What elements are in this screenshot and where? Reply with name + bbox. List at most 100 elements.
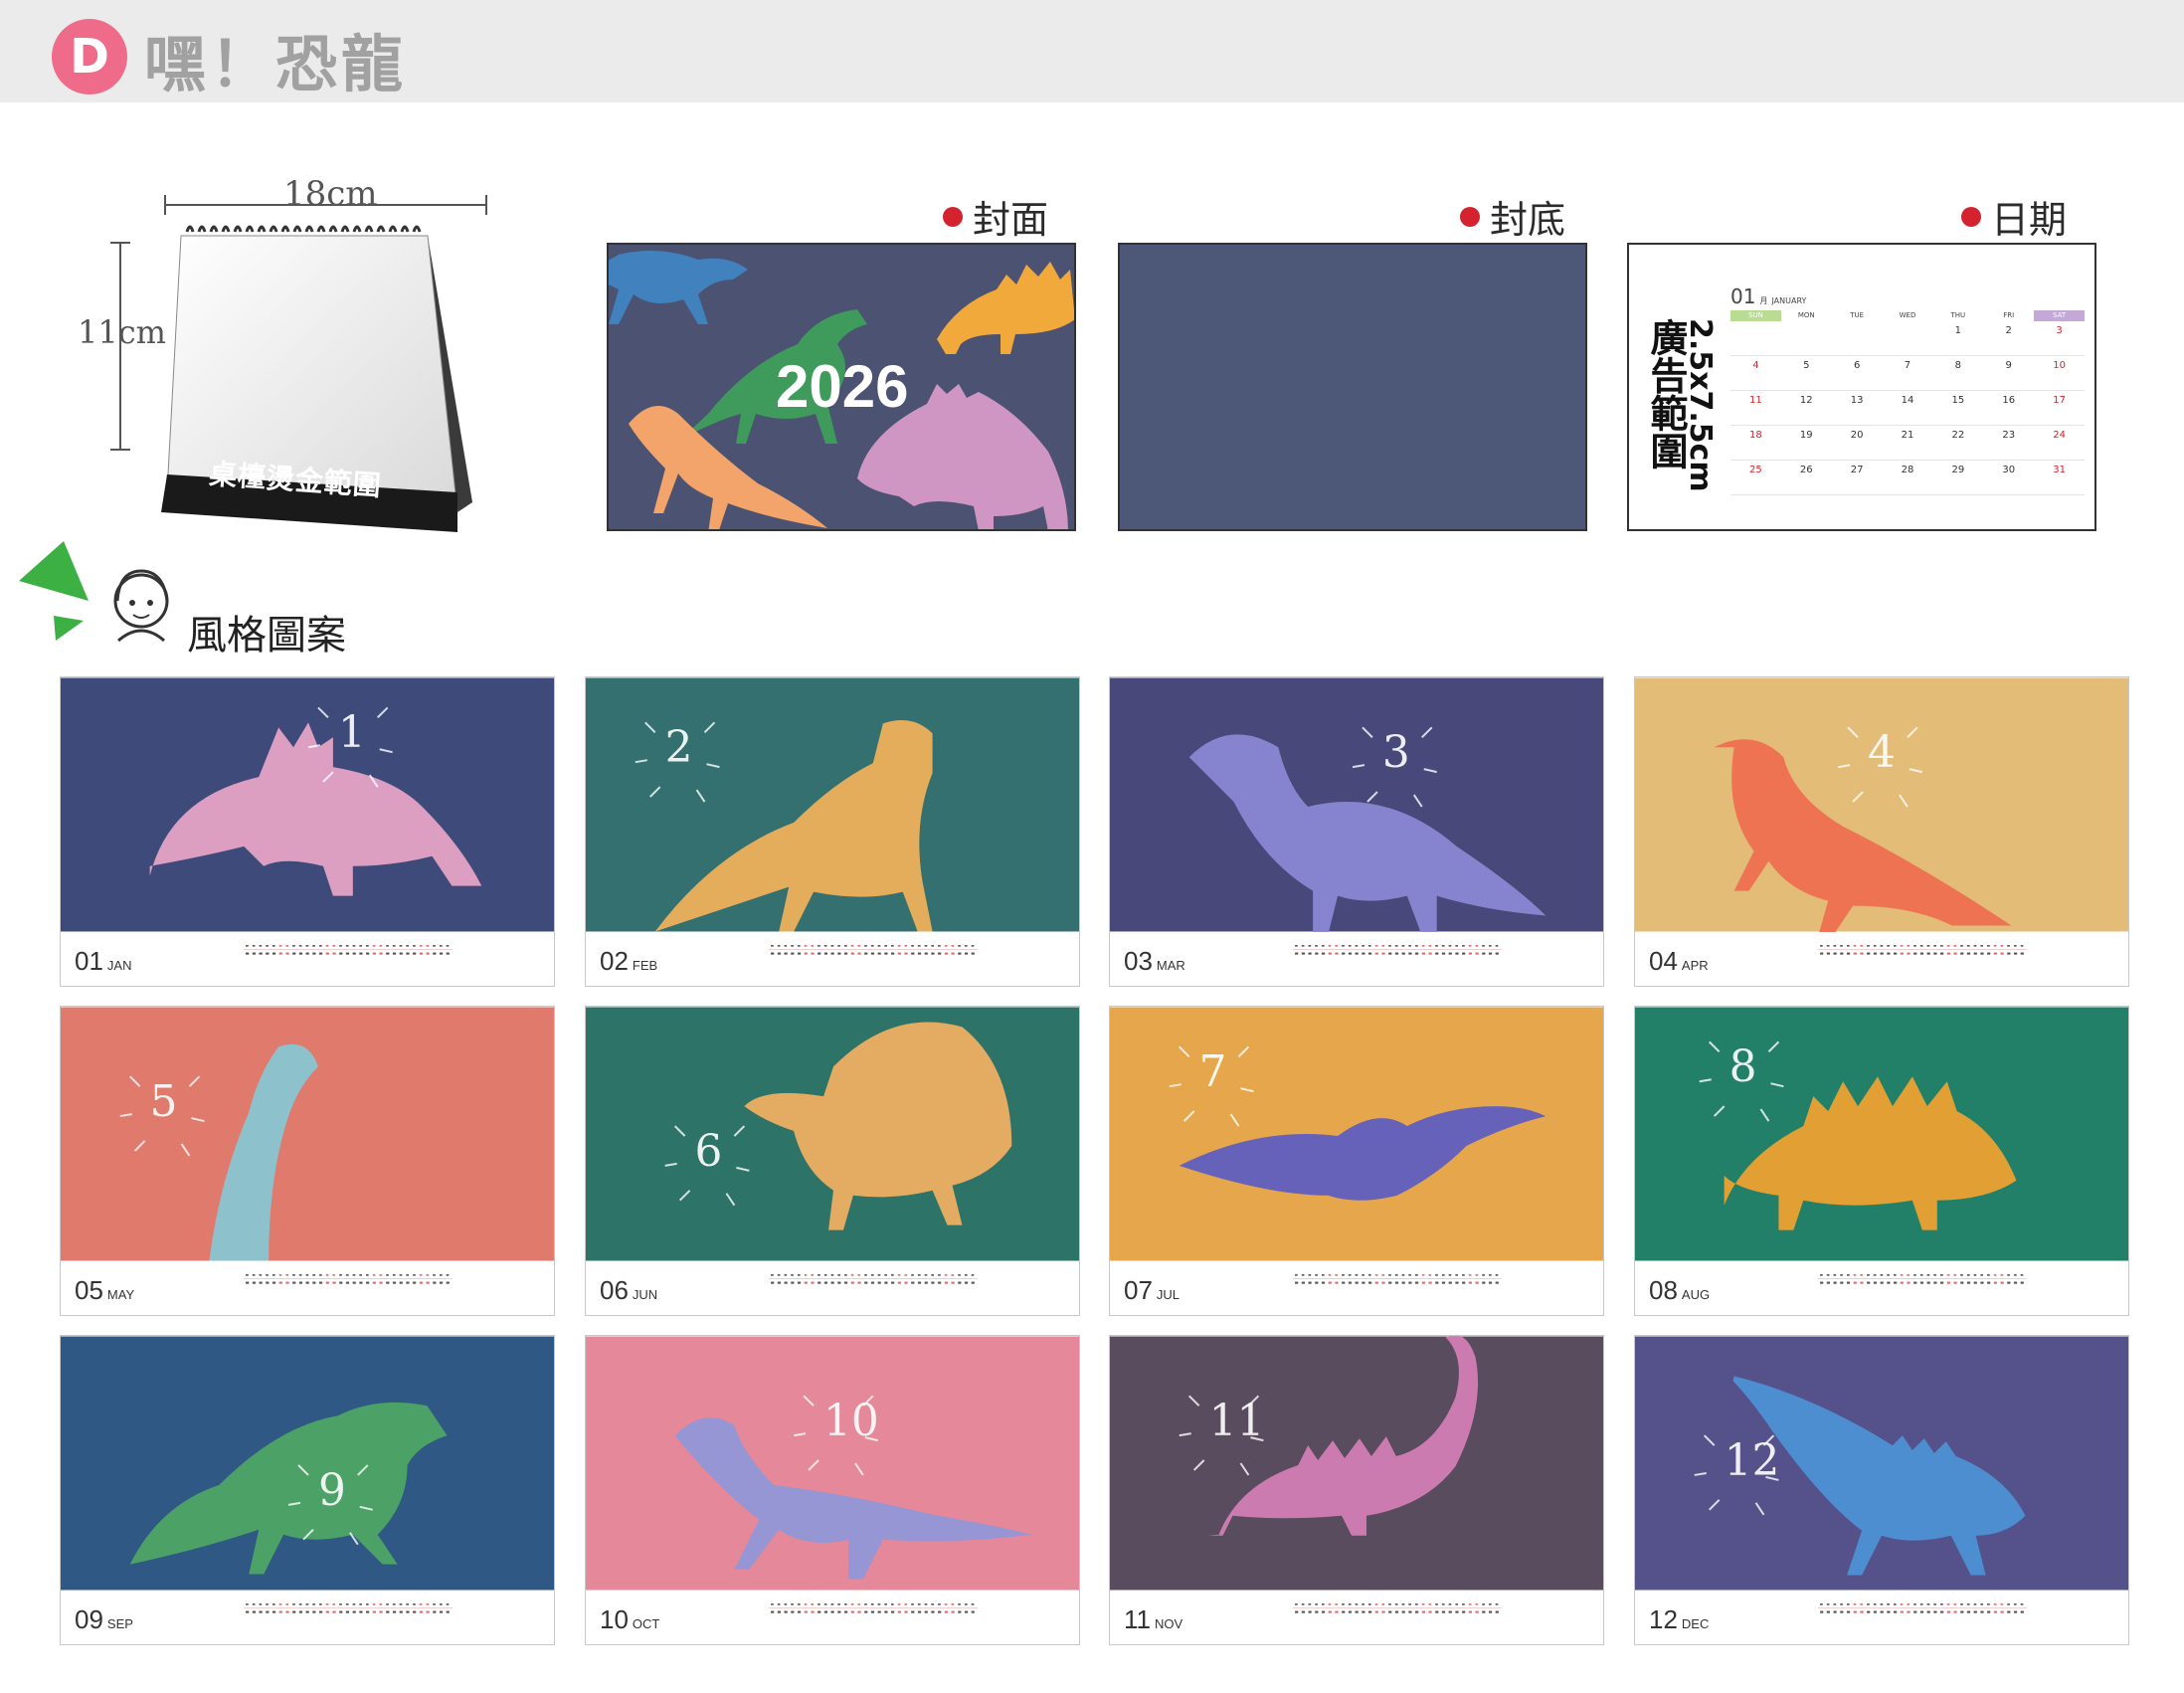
month-handwritten-number: 8 (1729, 1041, 1757, 1092)
mini-day-numbers (1292, 1603, 1503, 1613)
month-handwritten-number: 5 (150, 1076, 178, 1127)
mini-day-cell: 2 (1983, 321, 2035, 356)
month-artwork: 9 (61, 1336, 554, 1591)
month-card: 4 04 APR (1634, 676, 2129, 987)
month-number: 12 (1649, 1604, 1678, 1634)
month-handwritten-number: 11 (1209, 1396, 1265, 1446)
month-abbreviation: DEC (1681, 1616, 1710, 1631)
mini-day-numbers (243, 945, 454, 955)
mini-day-cell: 24 (2034, 426, 2085, 461)
width-label: 18cm (283, 174, 378, 214)
mini-day-cell: 23 (1983, 426, 2035, 461)
mini-day-cell: 25 (1730, 461, 1781, 495)
month-label: 12 DEC (1649, 1604, 1709, 1635)
mini-day-numbers (1817, 1274, 2028, 1284)
mini-day-cell: 9 (1983, 356, 2035, 391)
month-label: 09 SEP (75, 1604, 133, 1635)
month-number: 10 (600, 1604, 629, 1634)
month-artwork: 10 (586, 1336, 1079, 1591)
mini-day-cell (1780, 321, 1832, 356)
month-number: 08 (1649, 1275, 1678, 1305)
mini-weekday-header: MON (1797, 311, 1815, 319)
month-date-strip: 01 JAN (61, 932, 554, 986)
mini-weekday-header: SUN (1730, 310, 1781, 321)
month-abbreviation: AUG (1681, 1287, 1711, 1302)
theme-title: 嘿！恐龍 (144, 28, 408, 100)
theme-badge: D (52, 19, 127, 94)
month-number: 04 (1649, 946, 1678, 976)
month-card: 5 05 MAY (60, 1006, 555, 1316)
month-handwritten-number: 3 (1382, 727, 1410, 778)
mini-day-cell: 22 (1932, 426, 1984, 461)
month-label: 03 MAR (1124, 946, 1185, 977)
date-section-label: 日期 (1961, 189, 2067, 244)
month-date-strip: 05 MAY (61, 1261, 554, 1315)
month-label: 02 FEB (600, 946, 657, 977)
mini-weekday-header: SAT (2034, 310, 2085, 321)
month-background (586, 1336, 1079, 1591)
month-date-strip: 02 FEB (586, 932, 1079, 986)
mini-day-cell (1730, 321, 1781, 356)
month-artwork: 7 (1110, 1007, 1603, 1261)
mini-weekday-header: THU (1950, 311, 1966, 319)
back-section-label: 封底 (1460, 189, 1565, 244)
mini-weekday-header: TUE (1850, 311, 1865, 319)
mini-weekday-header: WED (1899, 311, 1916, 319)
month-date-strip: 08 AUG (1635, 1261, 2128, 1315)
mini-day-numbers (1817, 945, 2028, 955)
mini-day-cell: 17 (2034, 391, 2085, 426)
date-label-text: 日期 (1991, 198, 2068, 242)
month-background (61, 1007, 554, 1261)
month-date-strip: 04 APR (1635, 932, 2128, 986)
month-date-strip: 10 OCT (586, 1591, 1079, 1644)
mini-day-cell: 8 (1932, 356, 1984, 391)
mini-day-cell: 12 (1780, 391, 1832, 426)
month-date-strip: 12 DEC (1635, 1591, 2128, 1644)
month-number: 02 (600, 946, 629, 976)
month-handwritten-number: 7 (1199, 1046, 1227, 1097)
month-card: 1 01 JAN (60, 676, 555, 987)
month-handwritten-number: 9 (318, 1465, 346, 1516)
mini-day-numbers (768, 945, 979, 955)
month-label: 07 JUL (1124, 1275, 1180, 1306)
cover-section-label: 封面 (943, 189, 1048, 244)
month-abbreviation: NOV (1155, 1616, 1183, 1631)
month-label: 11 NOV (1124, 1604, 1183, 1635)
month-label: 10 OCT (600, 1604, 659, 1635)
mini-month-number: 01 (1730, 284, 1756, 308)
month-card: 2 02 FEB (585, 676, 1080, 987)
month-abbreviation: MAR (1156, 958, 1185, 973)
month-abbreviation: SEP (106, 1616, 133, 1631)
mini-day-cell (1831, 321, 1883, 356)
mini-day-cell: 10 (2034, 356, 2085, 391)
mini-day-numbers (768, 1274, 979, 1284)
back-label-text: 封底 (1490, 198, 1566, 242)
month-handwritten-number: 10 (823, 1396, 879, 1446)
ad-size-label: 2.5x7.5cm (1683, 318, 1718, 492)
red-dot-icon (1460, 206, 1480, 227)
mini-day-cell: 13 (1831, 391, 1883, 426)
mini-day-numbers (768, 1603, 979, 1613)
month-date-strip: 03 MAR (1110, 932, 1603, 986)
mini-day-cell: 27 (1831, 461, 1883, 495)
month-abbreviation: FEB (632, 958, 658, 973)
mini-day-cell: 26 (1780, 461, 1832, 495)
mini-calendar-header: 01 月 JANUARY (1730, 284, 2085, 308)
mini-day-cell: 7 (1882, 356, 1933, 391)
month-card: 12 12 DEC (1634, 1335, 2129, 1645)
month-artwork: 11 (1110, 1336, 1603, 1591)
cover-panel: 2026 (607, 243, 1076, 531)
month-card: 3 03 MAR (1109, 676, 1604, 987)
month-card: 7 07 JUL (1109, 1006, 1604, 1316)
mini-day-numbers (243, 1603, 454, 1613)
month-card: 11 11 NOV (1109, 1335, 1604, 1645)
month-handwritten-number: 2 (665, 722, 693, 773)
month-label: 01 JAN (75, 946, 131, 977)
mini-day-cell: 31 (2034, 461, 2085, 495)
month-label: 08 AUG (1649, 1275, 1710, 1306)
month-number: 03 (1124, 946, 1153, 976)
mini-day-cell: 20 (1831, 426, 1883, 461)
month-handwritten-number: 6 (695, 1126, 723, 1177)
mini-day-cell: 19 (1780, 426, 1832, 461)
month-card: 6 06 JUN (585, 1006, 1080, 1316)
